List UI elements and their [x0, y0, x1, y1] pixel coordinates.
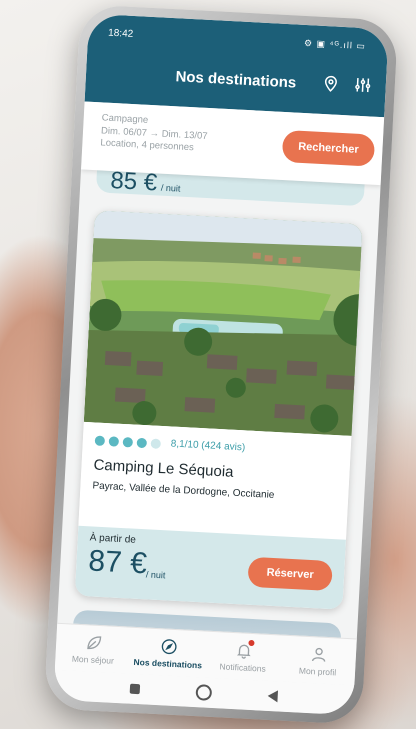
status-icons: ⚙ ▣ ⁴ᴳ.ıll ▭ [303, 37, 367, 52]
campsite-location: Payrac, Vallée de la Dordogne, Occitanie [92, 480, 275, 501]
tab-nos-destinations[interactable]: Nos destinations [130, 628, 207, 678]
campsite-card[interactable]: 8,1/10 (424 avis) Camping Le Séquoia Pay… [74, 210, 363, 610]
book-button[interactable]: Réserver [247, 556, 333, 592]
campsite-name: Camping Le Séquoia [93, 456, 234, 481]
back-button[interactable] [267, 689, 279, 703]
price-section: À partir de 87 € / nuit Réserver [74, 525, 346, 610]
rating-dot [94, 435, 106, 446]
price-unit: / nuit [145, 569, 166, 581]
rating-dot-empty [150, 437, 162, 449]
search-button[interactable]: Rechercher [281, 129, 376, 167]
phone-screen: 18:42 ⚙ ▣ ⁴ᴳ.ıll ▭ Nos destinations Camp… [53, 13, 389, 716]
app-header: 18:42 ⚙ ▣ ⁴ᴳ.ıll ▭ Nos destinations [84, 13, 389, 118]
page-title: Nos destinations [175, 68, 297, 92]
tab-label: Nos destinations [133, 656, 203, 670]
notification-badge [247, 639, 255, 647]
tab-notifications[interactable]: Notifications [205, 632, 282, 682]
destination-list[interactable]: 85 € / nuit 8,1/10 (424 avis) Camping Le… [57, 169, 381, 646]
phone-frame: 18:42 ⚙ ▣ ⁴ᴳ.ıll ▭ Nos destinations Camp… [43, 4, 399, 725]
rating-dot [122, 436, 134, 447]
status-time: 18:42 [107, 27, 134, 40]
tab-mon-profil[interactable]: Mon profil [279, 636, 356, 686]
rating-score: 8,1/10 (424 avis) [170, 438, 246, 454]
recents-button[interactable] [129, 683, 141, 695]
rating-dot [108, 435, 120, 447]
leaf-icon [86, 635, 101, 649]
rating-row: 8,1/10 (424 avis) [94, 435, 246, 454]
campsite-photo [83, 210, 363, 438]
compass-icon [161, 638, 177, 654]
home-button[interactable] [195, 684, 213, 701]
tab-label: Mon séjour [71, 653, 115, 666]
price-amount: 87 € [87, 544, 148, 581]
filter-icon[interactable] [353, 76, 372, 95]
map-pin-icon[interactable] [321, 74, 340, 93]
user-icon [311, 647, 325, 662]
rating-dot [136, 437, 148, 448]
tab-mon-sejour[interactable]: Mon séjour [55, 624, 132, 674]
tab-label: Notifications [219, 660, 267, 674]
campsite-info: 8,1/10 (424 avis) Camping Le Séquoia Pay… [78, 421, 352, 540]
status-bar: 18:42 ⚙ ▣ ⁴ᴳ.ıll ▭ [108, 28, 366, 55]
tab-label: Mon profil [298, 665, 337, 677]
